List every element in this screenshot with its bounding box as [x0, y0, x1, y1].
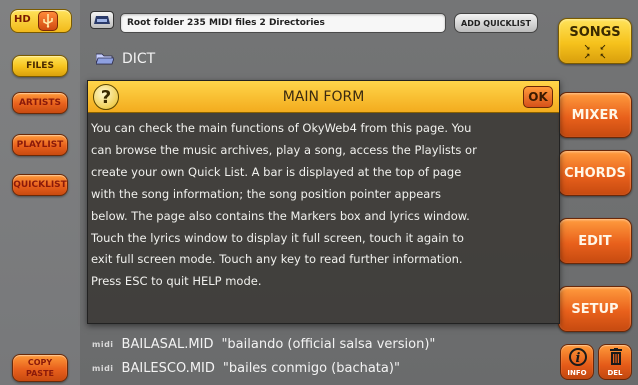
app-screen: HD FILES ARTISTS PLAYLIST QUICKLIST COPY… — [0, 0, 638, 385]
help-line: with the song information; the song posi… — [91, 186, 442, 201]
file-list-row[interactable]: midi BAILASAL.MID "bailando (official sa… — [92, 335, 435, 353]
drive-icon-button[interactable] — [90, 11, 114, 29]
quicklist-button[interactable]: QUICKLIST — [12, 174, 68, 196]
file-name: BAILASAL.MID — [121, 336, 214, 352]
copy-label: COPY — [27, 358, 53, 367]
help-line: You can check the main functions of OkyW… — [91, 121, 472, 135]
setup-label: SETUP — [571, 301, 619, 317]
songs-label: SONGS — [569, 25, 621, 40]
help-dialog: ? MAIN FORM OK You can check the main fu… — [87, 80, 560, 324]
help-dialog-header: ? MAIN FORM OK — [88, 81, 559, 113]
help-dialog-title: MAIN FORM — [282, 89, 365, 105]
setup-button[interactable]: SETUP — [558, 286, 632, 332]
copy-paste-button[interactable]: COPY PASTE — [12, 354, 68, 382]
edit-label: EDIT — [578, 233, 612, 249]
midi-file-icon: midi — [92, 339, 114, 349]
ok-label: OK — [528, 90, 548, 104]
folder-icon — [96, 53, 114, 65]
usb-source-button[interactable] — [38, 11, 58, 31]
info-icon: i — [569, 348, 587, 366]
edit-button[interactable]: EDIT — [558, 218, 632, 264]
midi-file-icon: midi — [92, 363, 114, 373]
add-quicklist-label: ADD QUICKLIST — [461, 18, 531, 28]
paste-label: PASTE — [25, 369, 54, 378]
playlist-button[interactable]: PLAYLIST — [12, 134, 68, 156]
mixer-button[interactable]: MIXER — [558, 92, 632, 138]
help-line: Press ESC to quit HELP mode. — [91, 274, 262, 289]
expand-arrows-icon: ↘ ↙ ↗ ↖ — [583, 43, 607, 61]
playlist-label: PLAYLIST — [16, 140, 64, 150]
chords-label: CHORDS — [564, 165, 626, 181]
folder-name: DICT — [122, 51, 156, 67]
help-line: Touch the lyrics window to display it fu… — [91, 230, 464, 245]
help-line: create your own Quick List. A bar is dis… — [91, 164, 462, 179]
help-dialog-body: You can check the main functions of OkyW… — [91, 118, 557, 293]
artists-button[interactable]: ARTISTS — [12, 92, 68, 114]
folder-row[interactable]: DICT — [96, 50, 155, 68]
files-button[interactable]: FILES — [12, 55, 68, 77]
hd-label: HD — [14, 14, 31, 25]
mixer-label: MIXER — [571, 107, 619, 123]
quicklist-label: QUICKLIST — [13, 180, 67, 190]
path-text: Root folder 235 MIDI files 2 Directories — [127, 18, 325, 28]
path-bar: Root folder 235 MIDI files 2 Directories — [120, 13, 446, 33]
chords-button[interactable]: CHORDS — [558, 150, 632, 196]
file-list-row[interactable]: midi BAILESCO.MID "bailes conmigo (bacha… — [92, 359, 400, 377]
artists-label: ARTISTS — [18, 98, 62, 108]
delete-button[interactable]: DEL — [598, 344, 632, 380]
song-title: "bailando (official salsa version)" — [221, 336, 436, 352]
info-label: INFO — [567, 369, 587, 377]
ok-button[interactable]: OK — [523, 86, 553, 108]
songs-button[interactable]: SONGS ↘ ↙ ↗ ↖ — [558, 18, 632, 64]
del-label: DEL — [607, 369, 623, 377]
help-line: below. The page also contains the Marker… — [91, 208, 470, 223]
help-line: exit full screen mode. Touch any key to … — [91, 252, 463, 267]
svg-text:i: i — [576, 351, 581, 366]
files-label: FILES — [26, 61, 54, 71]
file-name: BAILESCO.MID — [121, 360, 215, 376]
add-quicklist-button[interactable]: ADD QUICKLIST — [454, 13, 538, 33]
song-title: "bailes conmigo (bachata)" — [222, 360, 400, 376]
drive-icon — [94, 16, 110, 24]
help-line: can browse the music archives, play a so… — [91, 142, 477, 157]
trash-icon — [610, 348, 622, 365]
info-button[interactable]: i INFO — [560, 344, 594, 380]
usb-icon — [43, 14, 53, 28]
